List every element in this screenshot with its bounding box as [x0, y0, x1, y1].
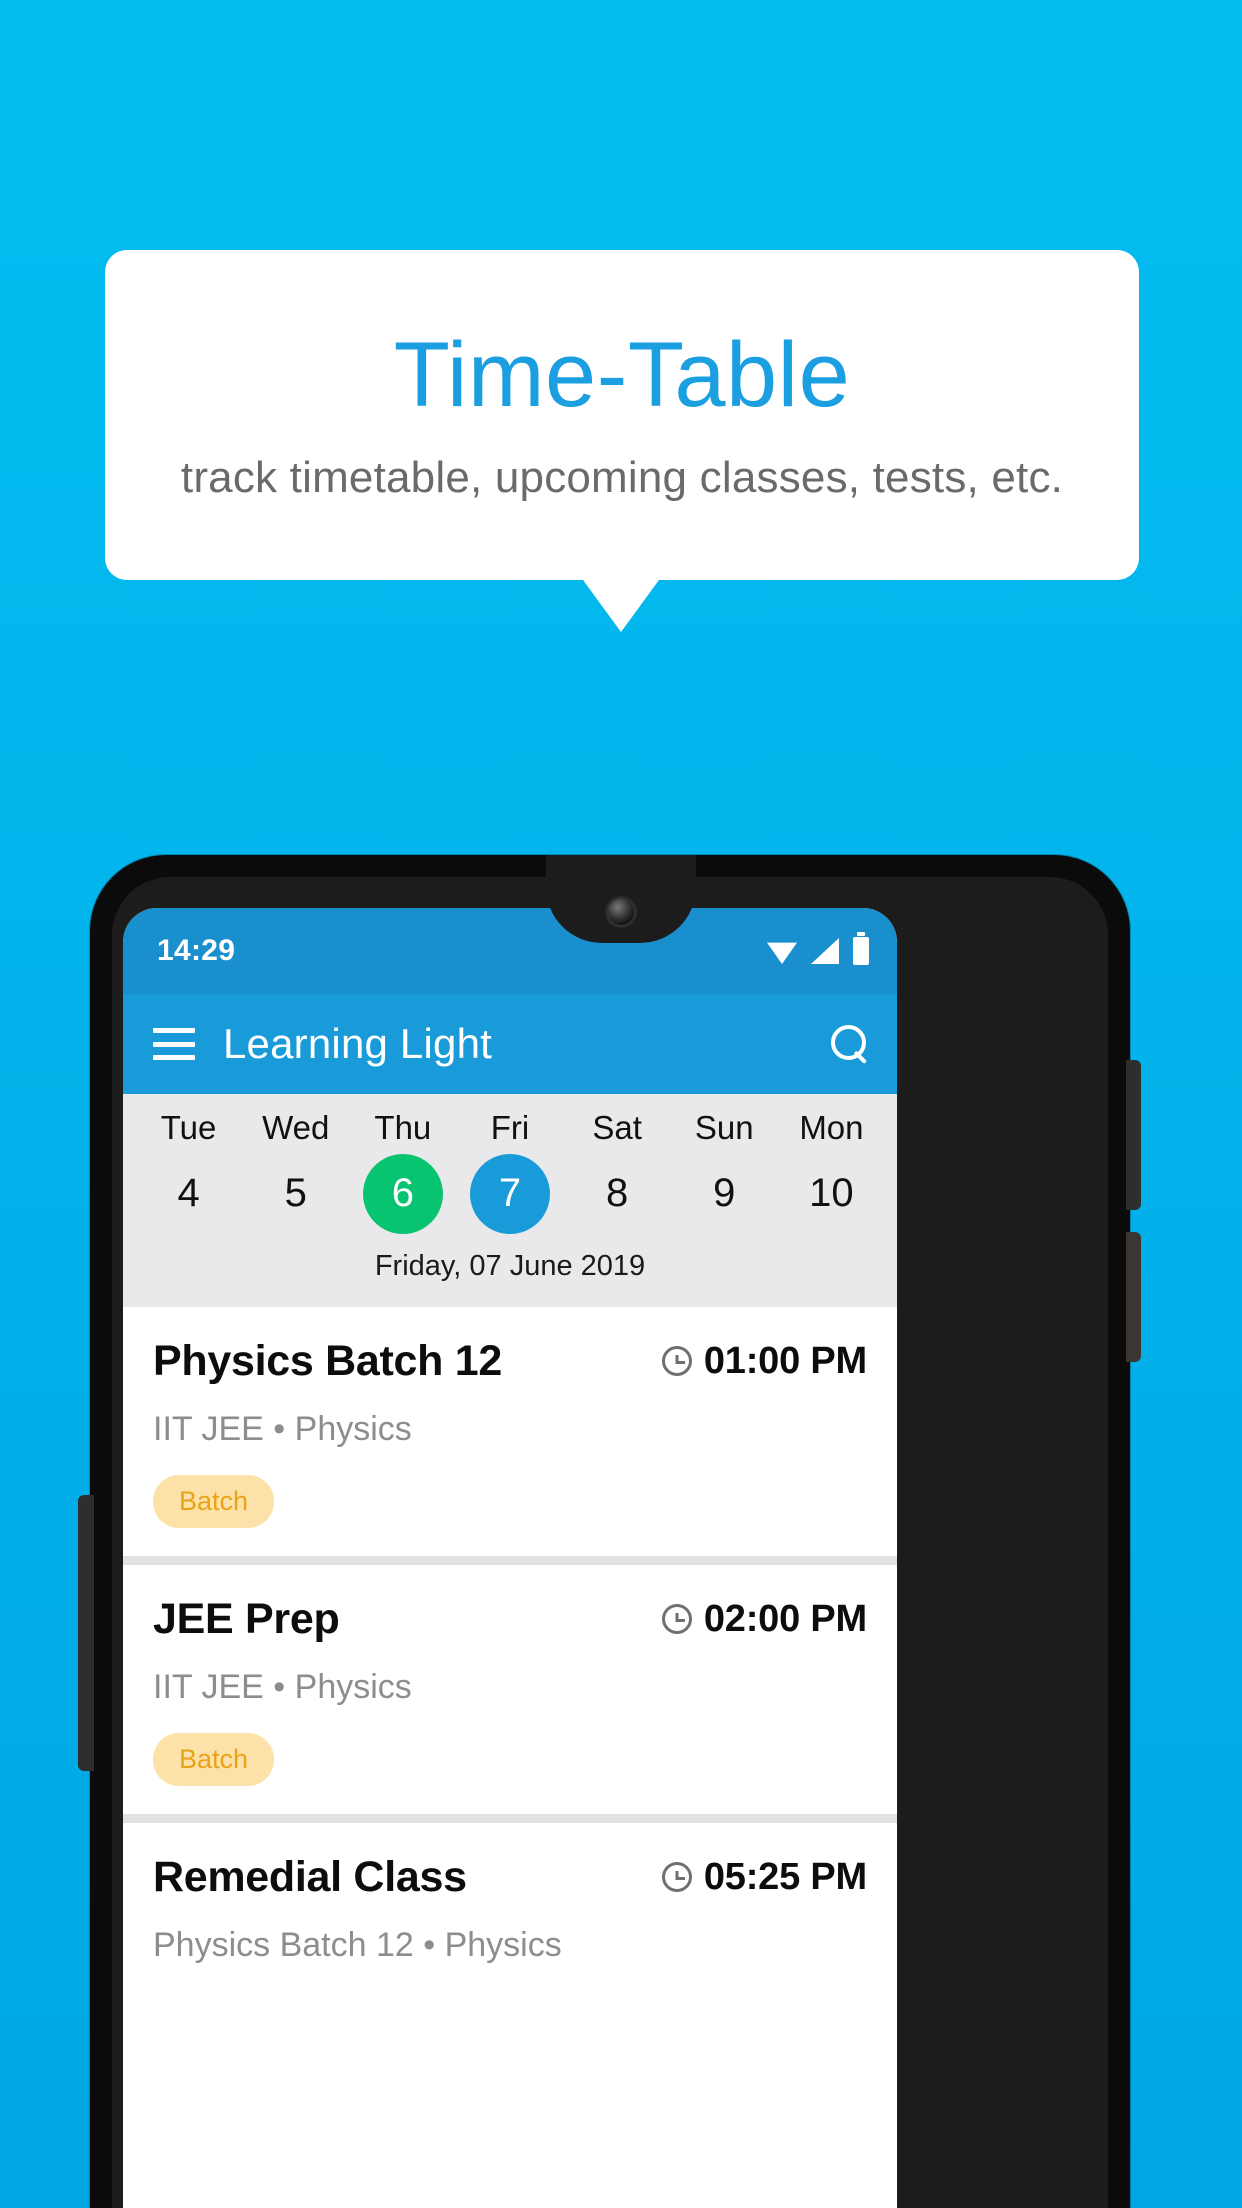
promo-screenshot-root: Time-Table track timetable, upcoming cla… [0, 0, 1242, 2208]
date-strip: Tue 4 Wed 5 Thu 6 Fri 7 Sat 8 Sun 9 Mon 10 Friday, 07… [123, 1094, 897, 1307]
class-subtitle: IIT JEE • Physics [153, 1409, 412, 1448]
phone-notch [546, 855, 696, 943]
date-cell-sat[interactable]: Sat 8 [564, 1108, 671, 1234]
date-day-of-week: Thu [374, 1109, 432, 1146]
class-time-group: 02:00 PM [661, 1597, 867, 1641]
date-day-number[interactable]: 6 [362, 1153, 443, 1234]
app-title: Learning Light [223, 1020, 493, 1067]
status-bar-clock: 14:29 [157, 934, 236, 967]
battery-icon [853, 937, 869, 965]
callout-arrow [583, 580, 659, 632]
date-day-of-week: Wed [262, 1109, 330, 1146]
class-card-header: JEE Prep 02:00 PM [153, 1595, 867, 1644]
phone-screen: 14:29 Learning Light Tue 4 Wed 5 Thu 6 Fri 7 Sat… [123, 908, 897, 2208]
status-badge: Batch [153, 1474, 275, 1528]
app-bar: Learning Light [123, 994, 897, 1094]
promo-title: Time-Table [393, 323, 851, 426]
class-time: 01:00 PM [703, 1339, 867, 1382]
date-day-number[interactable]: 8 [577, 1154, 657, 1234]
date-day-number[interactable]: 9 [684, 1154, 764, 1234]
status-bar: 14:29 [123, 908, 897, 994]
date-cell-sun[interactable]: Sun 9 [671, 1108, 778, 1234]
class-time: 05:25 PM [703, 1855, 867, 1898]
class-name: Remedial Class [153, 1852, 467, 1901]
date-cell-mon[interactable]: Mon 10 [778, 1108, 885, 1234]
badge-row: Batch [153, 1732, 867, 1786]
promo-callout-card: Time-Table track timetable, upcoming cla… [105, 250, 1139, 580]
class-time-group: 05:25 PM [661, 1855, 867, 1899]
date-cell-fri[interactable]: Fri 7 [456, 1108, 563, 1234]
date-cell-tue[interactable]: Tue 4 [135, 1108, 242, 1234]
clock-icon [661, 1604, 692, 1635]
date-cell-wed[interactable]: Wed 5 [242, 1108, 349, 1234]
class-subtitle: IIT JEE • Physics [153, 1667, 412, 1706]
status-badge: Batch [153, 1732, 275, 1786]
class-card[interactable]: Remedial Class 05:25 PM Physics Batch 12 •… [123, 1822, 897, 1993]
class-name: Physics Batch 12 [153, 1336, 502, 1385]
selected-date-label: Friday, 07 June 2019 [374, 1249, 646, 1282]
class-time-group: 01:00 PM [661, 1339, 867, 1383]
power-button[interactable] [1126, 1060, 1141, 1210]
front-camera-icon [608, 899, 634, 925]
date-day-of-week: Tue [160, 1109, 217, 1146]
date-day-number[interactable]: 10 [791, 1154, 871, 1234]
class-name: JEE Prep [153, 1594, 340, 1643]
class-card-header: Remedial Class 05:25 PM [153, 1853, 867, 1902]
date-cell-thu[interactable]: Thu 6 [349, 1108, 456, 1234]
class-card-header: Physics Batch 12 01:00 PM [153, 1337, 867, 1386]
date-day-of-week: Sun [694, 1109, 754, 1146]
volume-button[interactable] [78, 1495, 94, 1771]
date-row: Tue 4 Wed 5 Thu 6 Fri 7 Sat 8 Sun 9 Mon 10 [123, 1108, 897, 1234]
assistant-button[interactable] [1126, 1232, 1141, 1362]
badge-row: Batch [153, 1474, 867, 1528]
clock-icon [661, 1862, 692, 1893]
hamburger-menu-icon[interactable] [153, 1028, 195, 1060]
signal-icon [811, 938, 839, 964]
class-subtitle: Physics Batch 12 • Physics [153, 1925, 562, 1964]
clock-icon [661, 1346, 692, 1377]
date-day-number[interactable]: 4 [149, 1154, 229, 1234]
date-day-of-week: Fri [490, 1109, 530, 1146]
promo-subtitle: track timetable, upcoming classes, tests… [180, 453, 1064, 503]
date-day-number[interactable]: 5 [256, 1154, 336, 1234]
date-day-of-week: Sat [592, 1109, 642, 1146]
class-card[interactable]: JEE Prep 02:00 PM IIT JEE • Physics Batch [123, 1564, 897, 1814]
search-icon[interactable] [829, 1024, 869, 1064]
date-day-of-week: Mon [799, 1109, 864, 1146]
date-day-number[interactable]: 7 [469, 1153, 550, 1234]
wifi-icon [767, 942, 797, 964]
status-bar-icons [767, 937, 869, 965]
class-time: 02:00 PM [703, 1597, 867, 1640]
class-list: Physics Batch 12 01:00 PM IIT JEE • Physic… [123, 1306, 897, 1993]
class-card[interactable]: Physics Batch 12 01:00 PM IIT JEE • Physic… [123, 1306, 897, 1556]
